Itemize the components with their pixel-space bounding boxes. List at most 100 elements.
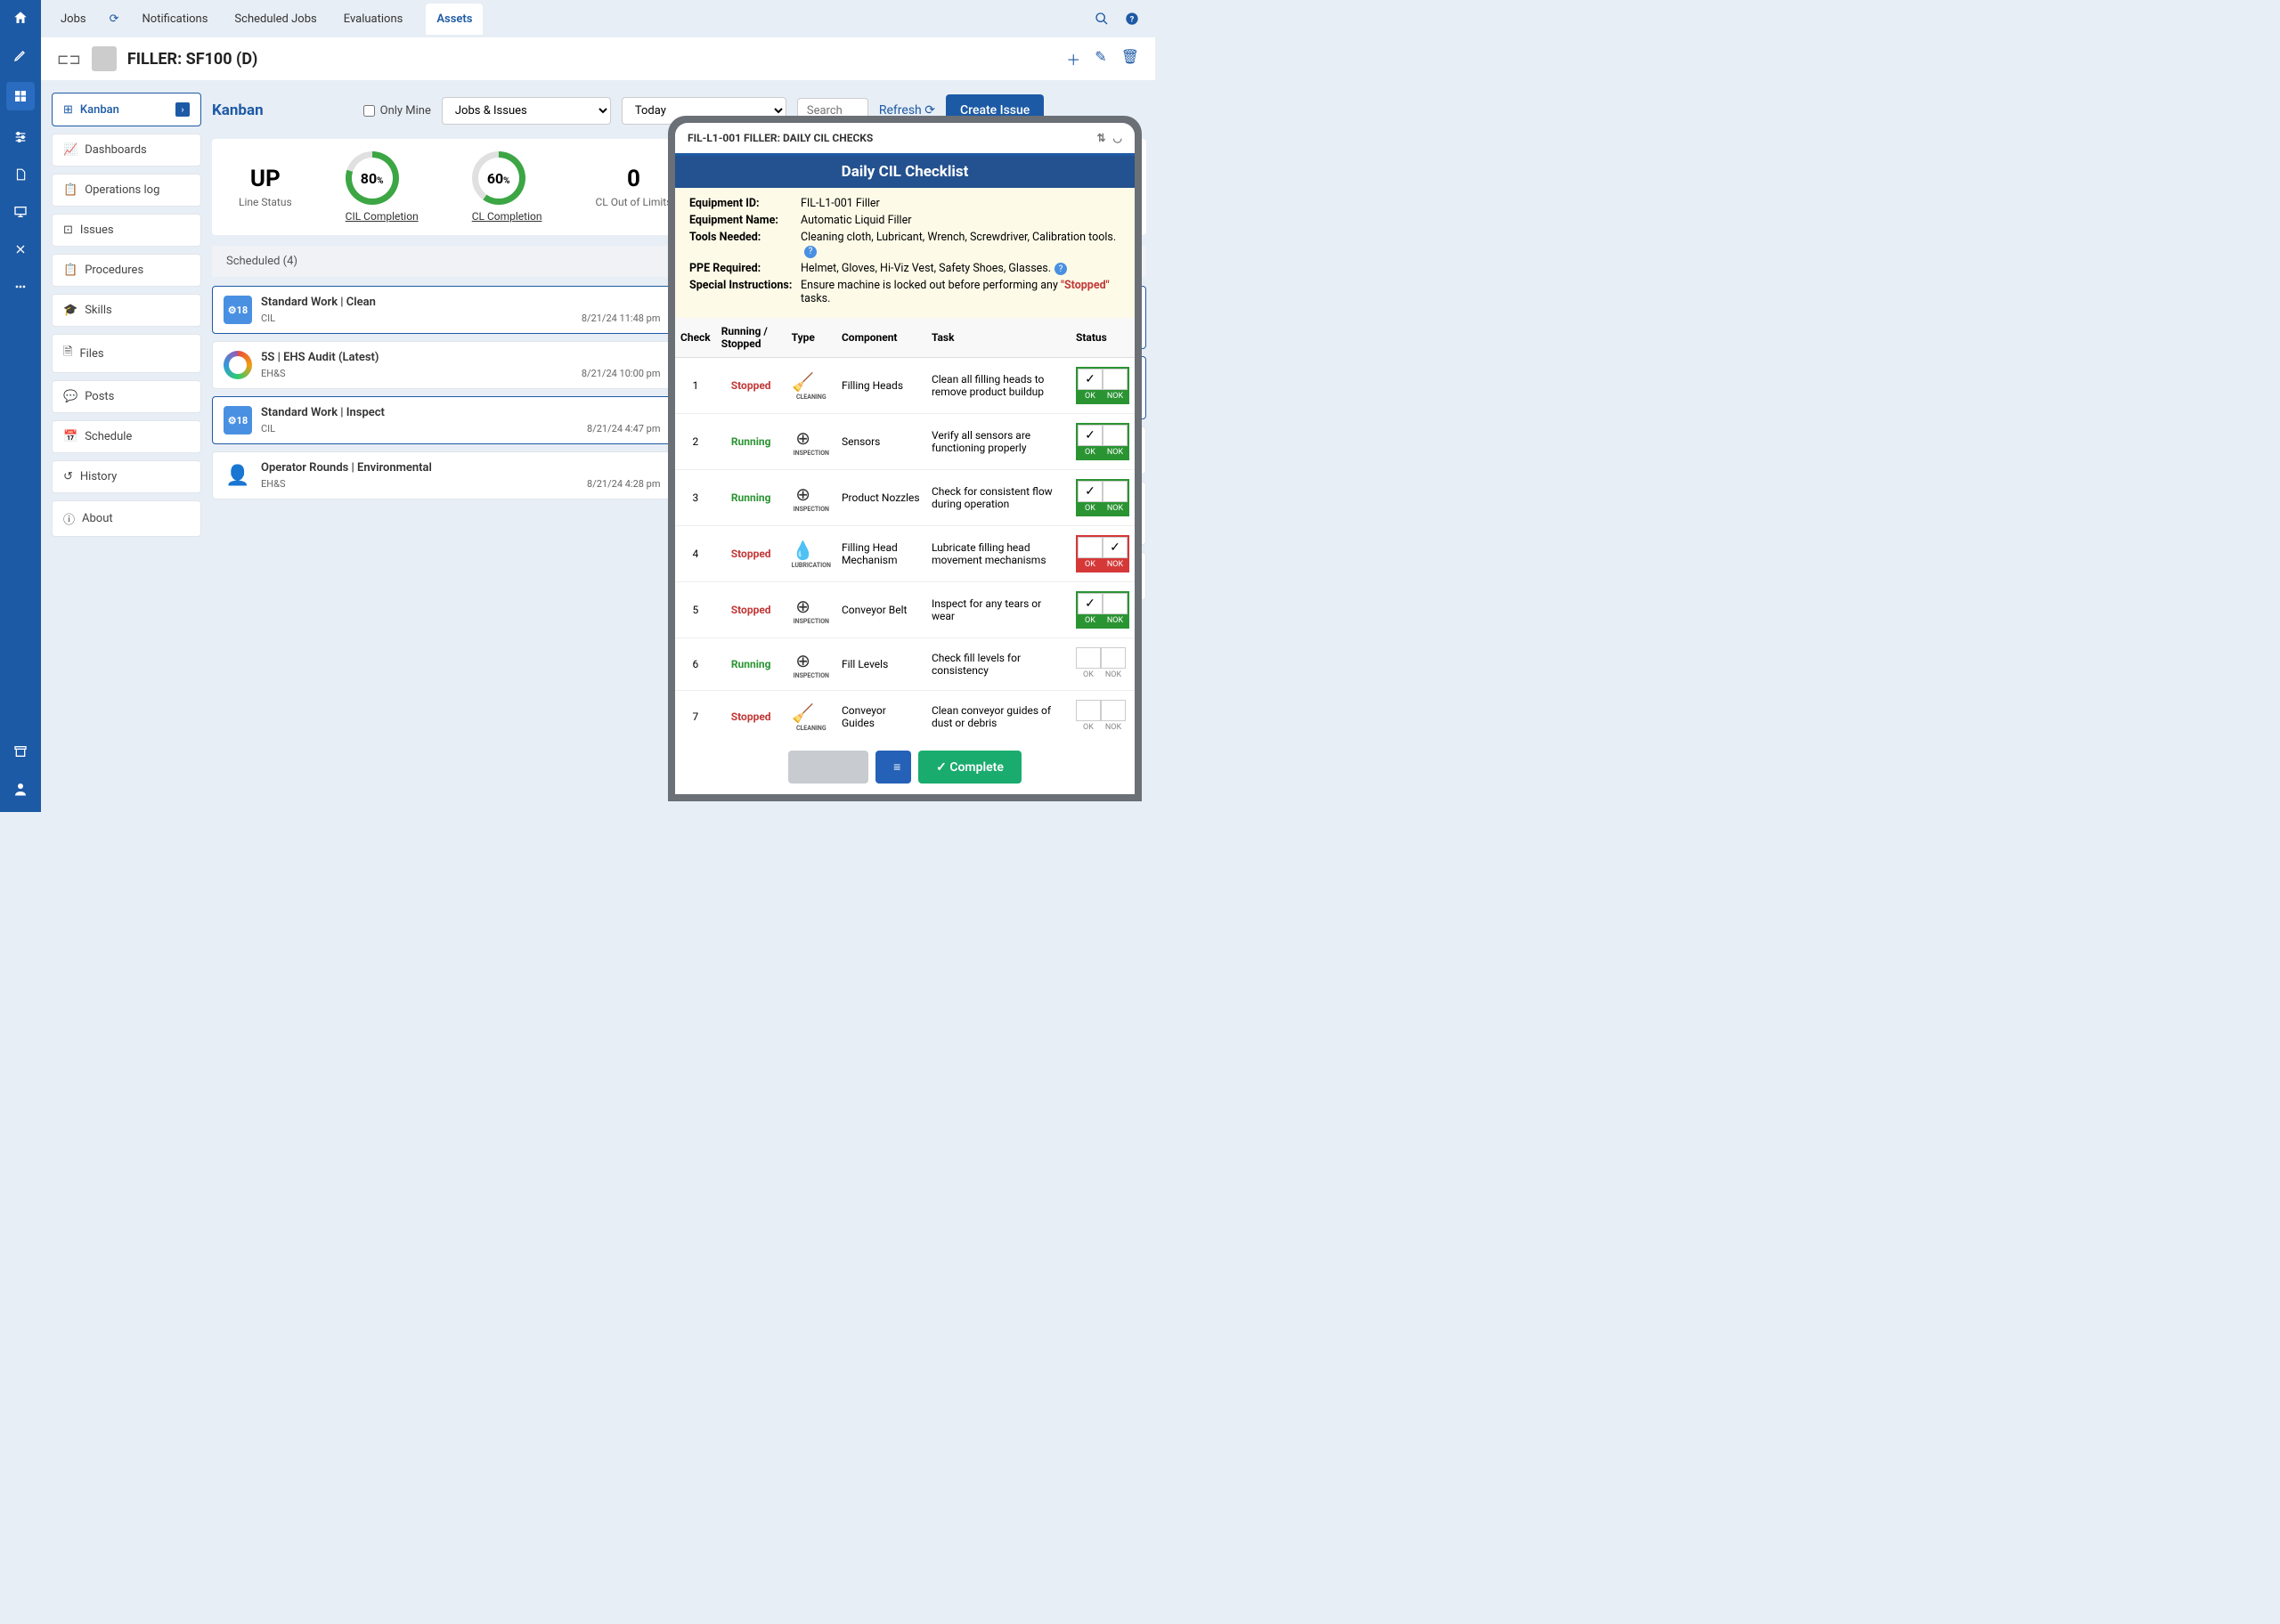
kanban-card[interactable]: ⚙18Standard Work | CleanCIL8/21/24 11:48… [212,286,672,334]
sidebar-icon: ⓘ [63,510,75,527]
checklist-row: 2Running⊕INSPECTIONSensorsVerify all sen… [675,414,1135,470]
sidebar-item-kanban[interactable]: ⊞Kanban› [52,93,201,126]
status-empty[interactable]: OKNOK [1076,647,1129,681]
column-header: Scheduled (4) [212,246,672,277]
card-title: Standard Work | Clean [261,296,661,309]
icon-rail [0,0,41,812]
run-state: Stopped [716,691,786,741]
wifi-icon: ◡ [1113,132,1122,144]
edit-icon[interactable]: ✎ [1095,48,1106,69]
checklist-modal: FIL-L1-001 FILLER: DAILY CIL CHECKS ⇅ ◡ … [668,116,1142,801]
tab-assets[interactable]: Assets [426,4,483,35]
check-number: 6 [675,638,716,691]
sidebar-item-posts[interactable]: 💬Posts [52,380,201,413]
status-ok[interactable]: ✓OKNOK [1076,591,1129,629]
sidebar: ⊞Kanban› 📈Dashboards 📋Operations log ⊡Issue… [52,93,201,537]
run-state: Stopped [716,526,786,582]
metric-cil: 80% CIL Completion [346,151,419,223]
sidebar-item-history[interactable]: ↺History [52,460,201,493]
more-icon[interactable] [10,276,31,297]
help-icon[interactable]: ? [804,246,817,258]
status-ok[interactable]: ✓OKNOK [1076,479,1129,516]
component-cell: Filling Head Mechanism [836,526,926,582]
type-cell: 💧LUBRICATION [786,526,836,582]
metric-line-status: UP Line Status [239,166,292,208]
grid-icon[interactable] [6,82,35,110]
kanban-card[interactable]: 👤Operator Rounds | EnvironmentalEH&S8/21… [212,451,672,499]
chevron-right-icon: › [175,102,190,117]
help-icon[interactable]: ? [1125,12,1139,26]
card-title: Standard Work | Inspect [261,406,661,419]
card-category: CIL [261,423,275,434]
refresh-icon[interactable]: ⟳ [110,12,119,26]
hierarchy-icon[interactable]: ⊏⊐ [57,51,81,68]
sidebar-item-dashboards[interactable]: 📈Dashboards [52,134,201,166]
only-mine-checkbox[interactable]: Only Mine [363,104,431,118]
sliders-icon[interactable] [10,126,31,148]
type-cell: ⊕INSPECTION [786,470,836,526]
sidebar-icon: ⊡ [63,223,73,237]
modal-titlebar: FIL-L1-001 FILLER: DAILY CIL CHECKS ⇅ ◡ [675,123,1135,153]
user-icon[interactable] [10,778,31,800]
checklist-row: 1Stopped🧹CLEANINGFilling HeadsClean all … [675,358,1135,414]
home-icon[interactable] [10,7,31,28]
asset-header: ⊏⊐ FILLER: SF100 (D) ＋ ✎ 🗑 [41,37,1155,80]
menu-button[interactable]: ≡ [875,751,911,784]
status-ok[interactable]: ✓OKNOK [1076,423,1129,460]
sidebar-item-files[interactable]: 🗎Files [52,334,201,373]
type-cell: ⊕INSPECTION [786,638,836,691]
card-title: 5S | EHS Audit (Latest) [261,351,661,364]
status-ok[interactable]: ✓OKNOK [1076,367,1129,404]
run-state: Running [716,470,786,526]
sidebar-item-procedures[interactable]: 📋 Procedures [52,254,201,287]
presentation-icon[interactable] [10,201,31,223]
sidebar-item-about[interactable]: ⓘAbout [52,500,201,537]
sidebar-label: Posts [85,390,114,403]
metric-out: 0 CL Out of Limits [595,166,672,208]
tab-notifications[interactable]: Notifications [139,4,212,35]
sidebar-icon: 🗎 [63,344,72,363]
tools-icon[interactable] [10,239,31,260]
tab-scheduled[interactable]: Scheduled Jobs [231,4,320,35]
sidebar-item-issues[interactable]: ⊡Issues [52,214,201,247]
component-cell: Conveyor Guides [836,691,926,741]
check-number: 3 [675,470,716,526]
pencil-icon[interactable] [10,45,31,66]
metric-cl: 60% CL Completion [472,151,542,223]
delete-icon[interactable]: 🗑 [1121,48,1139,69]
file-icon[interactable] [10,164,31,185]
card-category: EH&S [261,478,285,490]
check-number: 5 [675,582,716,638]
cl-link[interactable]: CL Completion [472,210,542,223]
sidebar-label: Skills [85,304,112,317]
tab-jobs[interactable]: Jobs [57,4,90,35]
add-icon[interactable]: ＋ [1066,48,1080,69]
task-cell: Verify all sensors are functioning prope… [926,414,1071,470]
sidebar-item-operations-log[interactable]: 📋Operations log [52,174,201,207]
help-icon[interactable]: ? [1054,263,1067,275]
back-button[interactable] [788,751,868,784]
status-nok[interactable]: ✓OKNOK [1076,535,1129,572]
checklist-table: Check Running / Stopped Type Component T… [675,318,1135,740]
cil-link[interactable]: CIL Completion [346,210,419,223]
sidebar-icon: 📋 [63,264,77,277]
card-time: 8/21/24 10:00 pm [582,368,661,379]
sidebar-icon: ⊞ [63,103,73,117]
status-empty[interactable]: OKNOK [1076,700,1129,734]
complete-button[interactable]: ✓ Complete [918,751,1022,784]
top-nav: Jobs ⟳ Notifications Scheduled Jobs Eval… [41,0,1155,37]
kanban-card[interactable]: 5S | EHS Audit (Latest)EH&S8/21/24 10:00… [212,341,672,389]
check-number: 7 [675,691,716,741]
view-select[interactable]: Jobs & Issues [442,97,611,125]
search-icon[interactable] [1095,12,1109,26]
task-cell: Check for consistent flow during operati… [926,470,1071,526]
sidebar-label: History [80,470,117,483]
sidebar-item-schedule[interactable]: 📅Schedule [52,420,201,453]
archive-icon[interactable] [10,741,31,762]
task-cell: Lubricate filling head movement mechanis… [926,526,1071,582]
kanban-card[interactable]: ⚙18Standard Work | InspectCIL8/21/24 4:4… [212,396,672,444]
tab-evaluations[interactable]: Evaluations [340,4,407,35]
sidebar-label: Procedures [85,264,143,277]
task-cell: Inspect for any tears or wear [926,582,1071,638]
sidebar-item-skills[interactable]: 🎓Skills [52,294,201,327]
